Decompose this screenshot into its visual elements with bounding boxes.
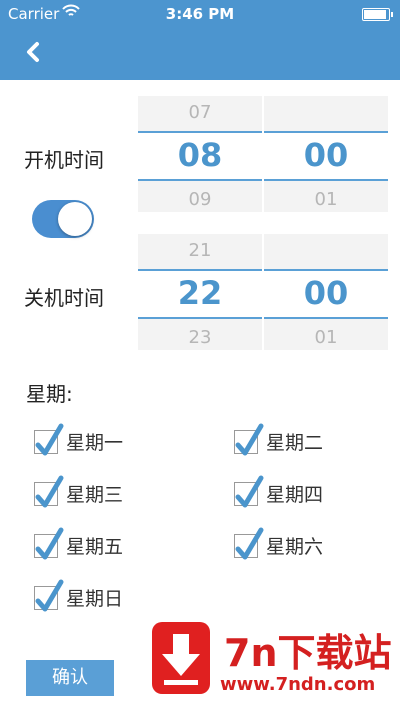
- power-off-label: 关机时间: [24, 286, 104, 310]
- minute-current[interactable]: 00: [264, 272, 388, 314]
- chevron-left-icon[interactable]: [22, 40, 46, 64]
- minute-next[interactable]: 01: [264, 189, 388, 210]
- power-on-minute-wheel[interactable]: 00 01: [264, 96, 388, 212]
- hour-next[interactable]: 23: [138, 327, 262, 348]
- checkbox[interactable]: [234, 527, 264, 560]
- minute-current[interactable]: 00: [264, 134, 388, 176]
- checkbox[interactable]: [34, 475, 64, 508]
- power-off-time-picker[interactable]: 21 22 23 00 01: [138, 234, 388, 350]
- watermark: 7n下载站 www.7ndn.com: [128, 612, 400, 710]
- power-on-time-picker[interactable]: 07 08 09 00 01: [138, 96, 388, 212]
- checkbox-label: 星期五: [66, 536, 124, 558]
- minute-next[interactable]: 01: [264, 327, 388, 348]
- checkbox[interactable]: [234, 475, 264, 508]
- toggle-knob: [58, 202, 92, 236]
- hour-prev[interactable]: 21: [138, 240, 262, 261]
- status-bar: Carrier 3:46 PM: [0, 0, 400, 28]
- checkbox[interactable]: [34, 423, 64, 456]
- header-bar: Carrier 3:46 PM: [0, 0, 400, 80]
- hour-next[interactable]: 09: [138, 189, 262, 210]
- watermark-url: www.7ndn.com: [220, 674, 376, 695]
- power-off-hour-wheel[interactable]: 21 22 23: [138, 234, 262, 350]
- confirm-button[interactable]: 确认: [26, 660, 114, 696]
- power-on-label: 开机时间: [24, 148, 104, 172]
- checkbox[interactable]: [34, 527, 64, 560]
- download-logo-icon: [152, 622, 210, 694]
- checkbox-label: 星期二: [266, 432, 324, 454]
- power-on-hour-wheel[interactable]: 07 08 09: [138, 96, 262, 212]
- checkbox[interactable]: [234, 423, 264, 456]
- battery-icon: [362, 8, 393, 21]
- checkbox-label: 星期一: [66, 432, 124, 454]
- power-off-minute-wheel[interactable]: 00 01: [264, 234, 388, 350]
- checkbox[interactable]: [34, 579, 64, 612]
- hour-current[interactable]: 22: [138, 272, 262, 314]
- checkbox-label: 星期日: [66, 588, 124, 610]
- hour-current[interactable]: 08: [138, 134, 262, 176]
- watermark-title: 7n下载站: [224, 631, 392, 675]
- checkbox-label: 星期四: [266, 484, 324, 506]
- checkbox-label: 星期三: [66, 484, 124, 506]
- weekday-title: 星期:: [26, 382, 73, 406]
- hour-prev[interactable]: 07: [138, 102, 262, 123]
- status-time: 3:46 PM: [165, 5, 235, 23]
- checkbox-label: 星期六: [266, 536, 324, 558]
- schedule-toggle[interactable]: [32, 200, 94, 238]
